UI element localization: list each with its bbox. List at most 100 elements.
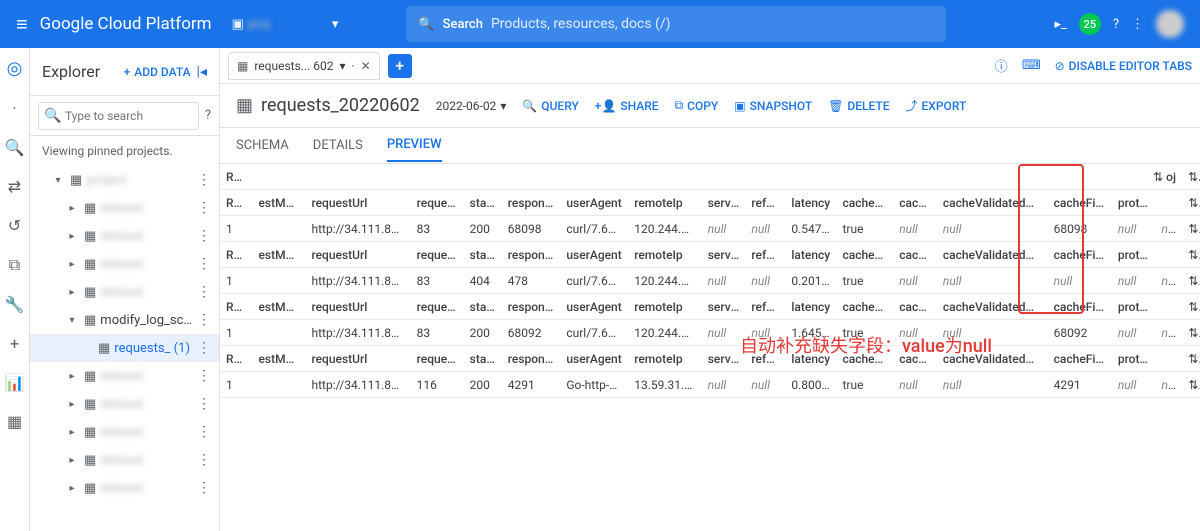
table-row[interactable]: 1http://34.111.88.222/1162004291Go-http-… — [220, 372, 1200, 398]
column-header[interactable]: requestUrl — [306, 196, 411, 210]
column-header[interactable]: cacheFillBytes — [1048, 352, 1112, 366]
more-vert-icon[interactable]: ⋮ — [197, 480, 211, 496]
column-header[interactable]: userAgent — [560, 300, 628, 314]
column-header[interactable]: responseSize — [502, 248, 561, 262]
column-header[interactable]: Row — [220, 300, 253, 314]
column-header[interactable]: requestSize — [411, 196, 464, 210]
column-header[interactable]: responseSize — [502, 300, 561, 314]
chart-icon[interactable]: 📊 — [5, 373, 25, 392]
settings-icon[interactable]: 🔧 — [5, 295, 25, 314]
bigquery-icon[interactable]: ◎ — [7, 58, 23, 79]
help-icon[interactable]: ? — [1113, 17, 1119, 32]
tree-item[interactable]: ▸ ▦ dataset ⋮ — [30, 418, 219, 446]
column-header[interactable]: Row — [220, 248, 253, 262]
column-header[interactable]: serverIp — [702, 300, 746, 314]
column-header[interactable]: requestUrl — [306, 248, 411, 262]
column-header[interactable]: status — [464, 196, 502, 210]
sort-icon[interactable]: ⇅ — [1188, 196, 1200, 210]
share-button[interactable]: +👤 SHARE — [595, 99, 659, 113]
column-header[interactable]: cacheLookup — [837, 300, 894, 314]
tree-item[interactable]: ▸ ▦ dataset ⋮ — [30, 474, 219, 502]
tree-item[interactable]: ▸ ▦ dataset ⋮ — [30, 222, 219, 250]
more-vert-icon[interactable]: ⋮ — [197, 368, 211, 384]
sort-icon[interactable]: ⇅ — [1153, 170, 1163, 184]
partition-date-selector[interactable]: 2022-06-02▾ — [436, 99, 507, 113]
sort-icon[interactable]: ⇅ — [1188, 222, 1200, 236]
column-header[interactable]: userAgent — [560, 248, 628, 262]
sort-icon[interactable]: ⇅ — [1188, 274, 1200, 288]
column-header[interactable]: estMethod — [253, 196, 306, 210]
tab-preview[interactable]: PREVIEW — [387, 129, 442, 162]
column-header[interactable]: protocol — [1112, 196, 1156, 210]
search-input[interactable] — [491, 16, 934, 32]
column-header[interactable]: cacheHit — [893, 248, 937, 262]
column-header[interactable]: status — [464, 352, 502, 366]
column-header[interactable]: userAgent — [560, 196, 628, 210]
menu-icon[interactable]: ≡ — [16, 12, 28, 37]
tree-item[interactable]: ▸ ▦ dataset ⋮ — [30, 362, 219, 390]
tree-item[interactable]: ▾ ▦ modify_log_schema ⋮ — [30, 306, 219, 334]
new-tab-button[interactable]: + — [388, 54, 412, 78]
column-header[interactable]: latency — [785, 300, 836, 314]
table-icon[interactable]: ▦ — [7, 412, 22, 431]
explorer-search-input[interactable] — [38, 102, 199, 130]
avatar[interactable] — [1156, 10, 1184, 38]
sort-icon[interactable]: ⇅ — [1188, 248, 1200, 262]
tab-schema[interactable]: SCHEMA — [236, 130, 289, 161]
column-header[interactable]: cacheValidatedWithOriginServer — [937, 248, 1048, 262]
info-icon[interactable]: ⓘ — [995, 56, 1008, 75]
column-header[interactable]: cacheValidatedWithOriginServer — [937, 196, 1048, 210]
sort-icon[interactable]: ⇅ — [1188, 378, 1200, 392]
more-vert-icon[interactable]: ⋮ — [197, 256, 211, 272]
column-header[interactable]: cacheLookup — [837, 196, 894, 210]
close-tab-icon[interactable]: ✕ — [361, 59, 371, 73]
column-header[interactable]: protocol — [1112, 300, 1156, 314]
column-header[interactable]: protocol — [1112, 248, 1156, 262]
column-header[interactable]: referer — [745, 196, 785, 210]
column-header[interactable]: ⇅ — [1182, 248, 1200, 262]
editor-tab[interactable]: ▦ requests... 602 ▾ · ✕ — [228, 52, 380, 80]
more-vert-icon[interactable]: ⋮ — [197, 284, 211, 300]
sort-icon[interactable]: ⇅ — [1188, 170, 1200, 184]
column-header[interactable]: remoteIp — [628, 352, 702, 366]
more-vert-icon[interactable]: ⋮ — [197, 200, 211, 216]
more-vert-icon[interactable]: ⋮ — [197, 228, 211, 244]
column-header[interactable]: requestSize — [411, 248, 464, 262]
column-header[interactable]: userAgent — [560, 352, 628, 366]
chevron-down-icon[interactable]: ▾ — [339, 59, 345, 73]
more-vert-icon[interactable]: ⋮ — [1131, 17, 1144, 32]
collapse-panel-icon[interactable]: |◂ — [197, 64, 207, 80]
monitoring-icon[interactable]: ⧉ — [9, 255, 20, 275]
column-header[interactable]: requestSize — [411, 352, 464, 366]
column-header[interactable]: Row — [220, 196, 253, 210]
column-header[interactable]: responseSize — [502, 196, 561, 210]
add-icon[interactable]: + — [10, 334, 19, 353]
trial-badge[interactable]: 25 — [1079, 13, 1101, 35]
tree-item[interactable]: ▸ ▦ dataset ⋮ — [30, 250, 219, 278]
tree-item[interactable]: ▸ ▦ dataset ⋮ — [30, 194, 219, 222]
more-vert-icon[interactable]: ⋮ — [197, 172, 211, 188]
column-header[interactable]: serverIp — [702, 196, 746, 210]
sort-icon[interactable]: ⇅ — [1188, 326, 1200, 340]
column-header[interactable]: latency — [785, 196, 836, 210]
column-header[interactable]: referer — [745, 248, 785, 262]
delete-button[interactable]: 🗑 DELETE — [828, 99, 889, 113]
tree-item[interactable]: ▸ ▦ dataset ⋮ — [30, 446, 219, 474]
column-header[interactable]: requestUrl — [306, 352, 411, 366]
column-header[interactable]: cacheHit — [893, 196, 937, 210]
copy-button[interactable]: ⧉ COPY — [675, 98, 719, 113]
column-header[interactable]: cacheFillBytes — [1048, 300, 1112, 314]
column-header[interactable]: cacheFillBytes — [1048, 248, 1112, 262]
column-header[interactable]: ⇅ — [1182, 352, 1200, 366]
column-header[interactable]: latency — [785, 248, 836, 262]
column-header[interactable]: requestUrl — [306, 300, 411, 314]
tree-item[interactable]: ▾ ▦ project ⋮ — [30, 166, 219, 194]
tree-item[interactable]: ▸ ▦ dataset ⋮ — [30, 278, 219, 306]
tree-item[interactable]: ▸ ▦ dataset ⋮ — [30, 390, 219, 418]
project-selector[interactable]: ▣ proj ▾ — [224, 13, 347, 36]
column-header[interactable]: ⇅ — [1182, 196, 1200, 210]
column-header[interactable]: protocol — [1112, 352, 1156, 366]
column-header[interactable]: requestSize — [411, 300, 464, 314]
more-vert-icon[interactable]: ⋮ — [197, 452, 211, 468]
column-header[interactable]: cacheLookup — [837, 248, 894, 262]
